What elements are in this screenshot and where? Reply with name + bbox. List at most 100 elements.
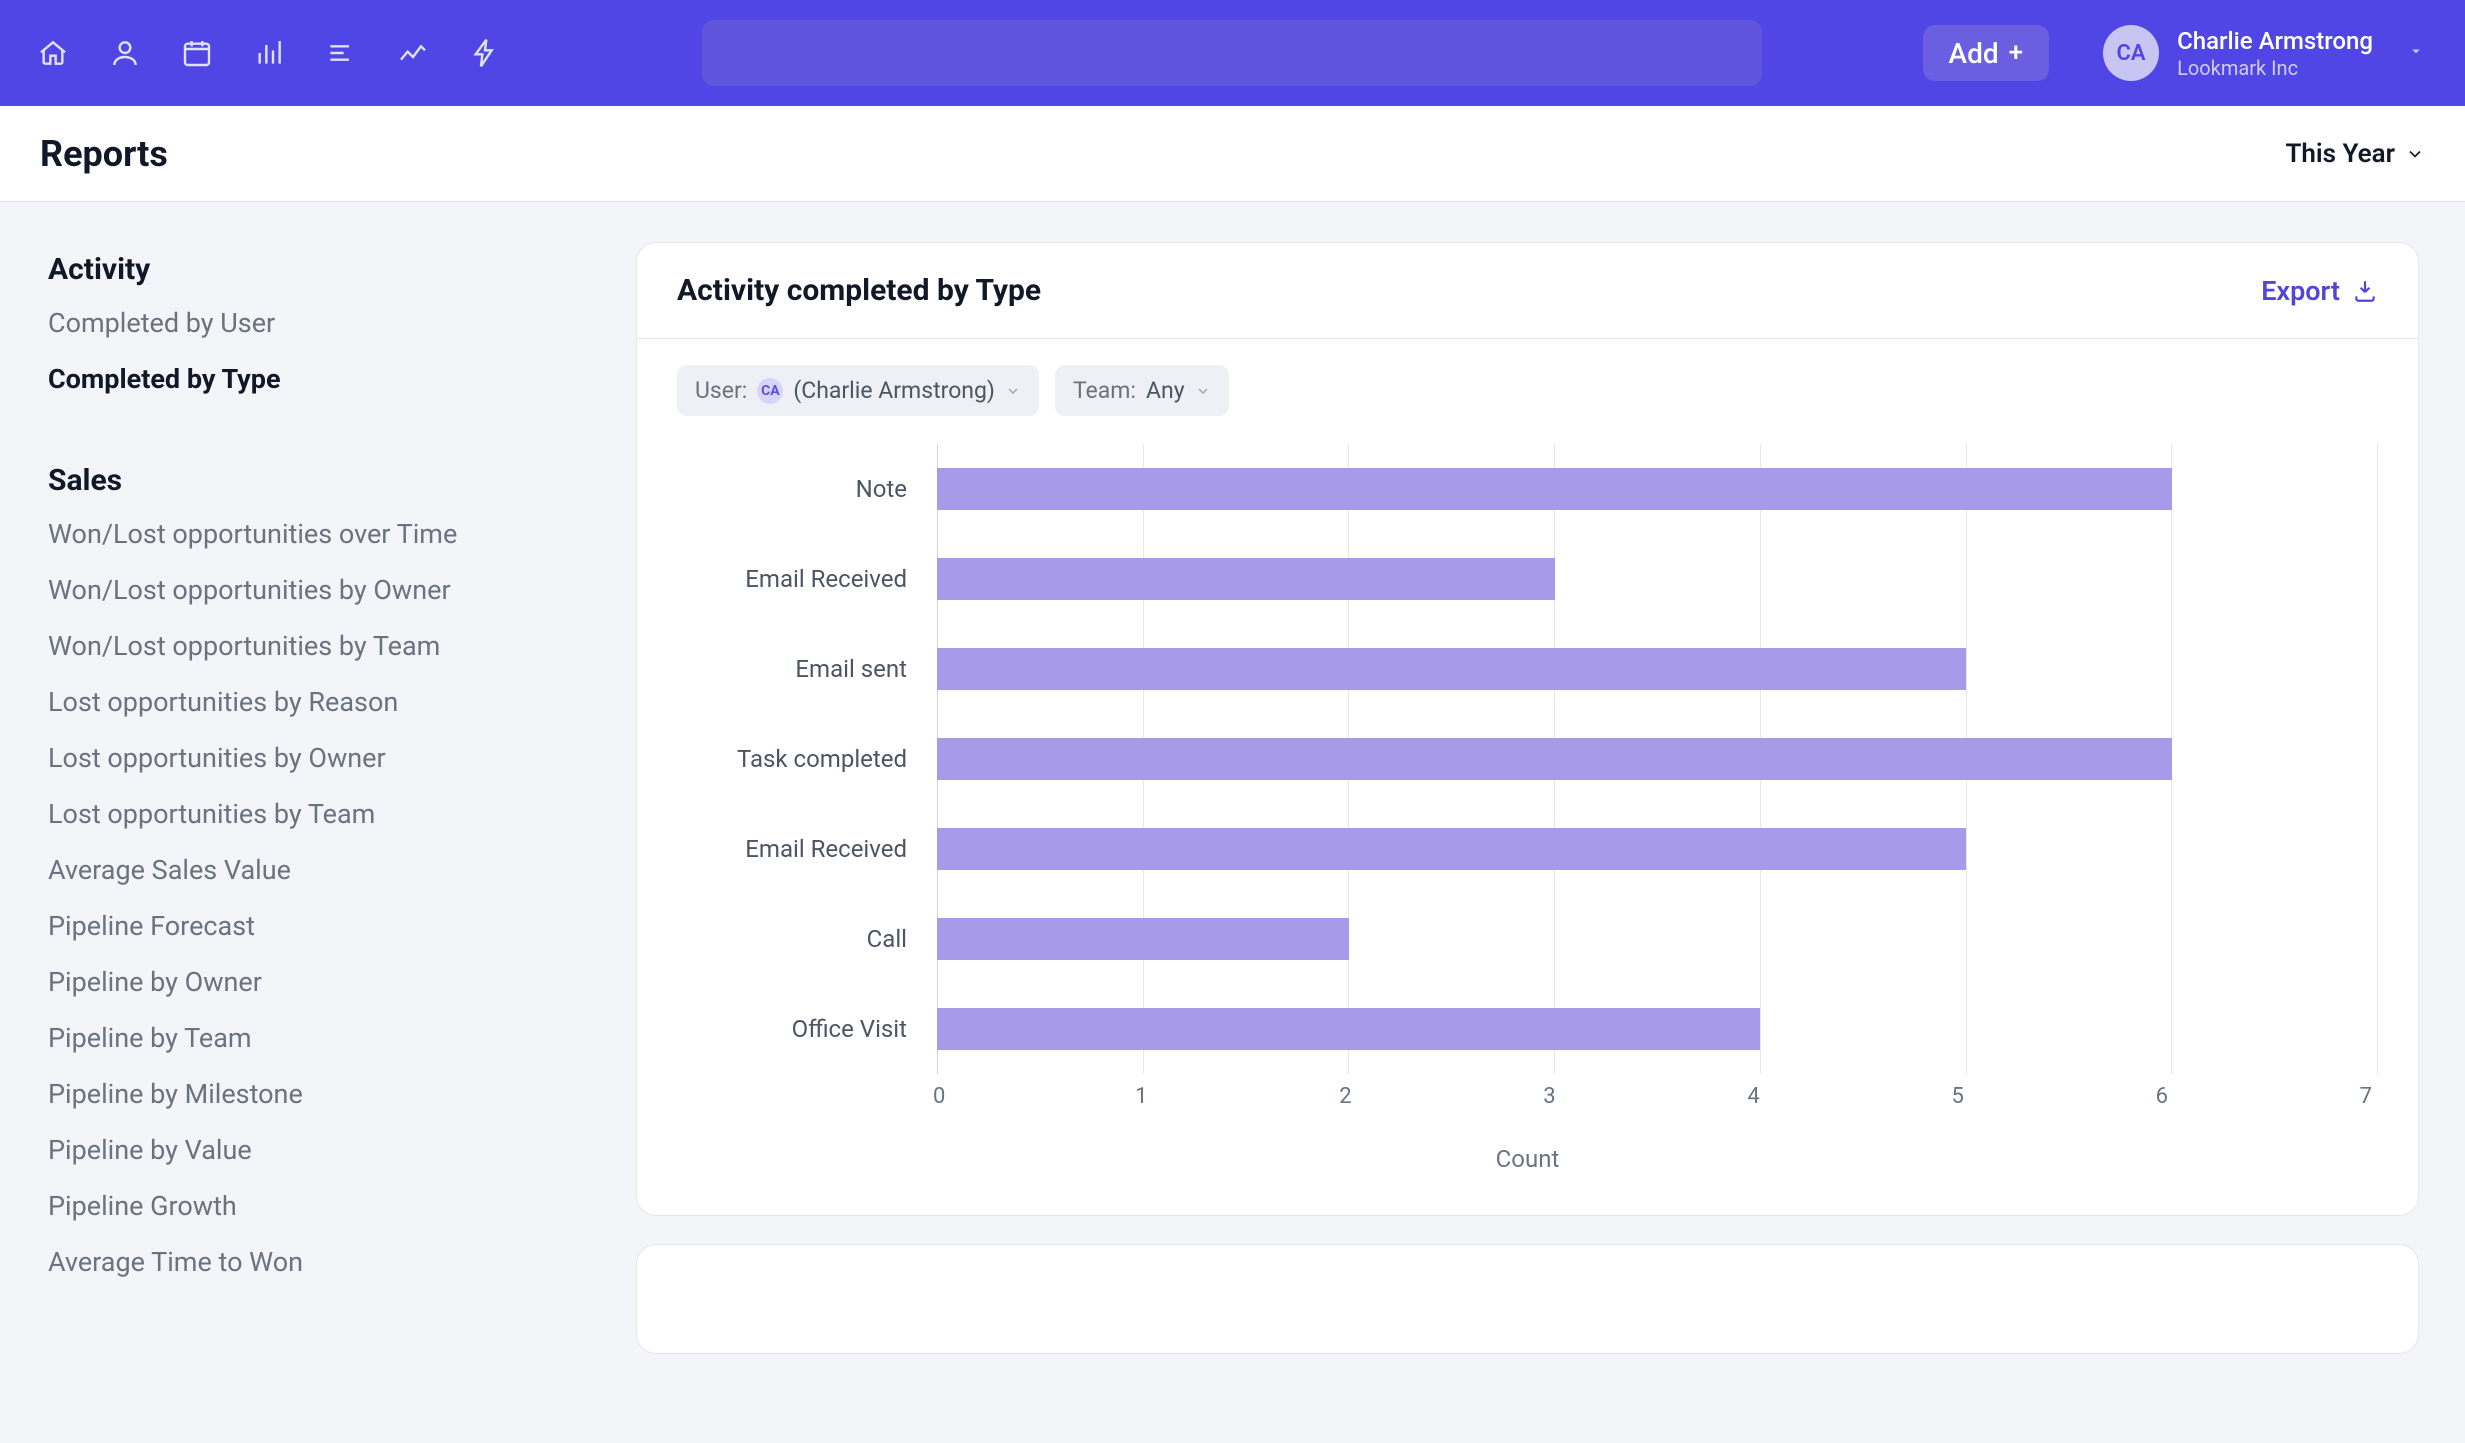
sidebar-item[interactable]: Won/Lost opportunities by Owner bbox=[48, 562, 550, 618]
bar[interactable] bbox=[937, 648, 1966, 690]
user-meta: Charlie Armstrong Lookmark Inc bbox=[2177, 26, 2373, 81]
date-range-picker[interactable]: This Year bbox=[2285, 139, 2425, 169]
team-filter-value: Any bbox=[1146, 377, 1185, 404]
report-card: Activity completed by Type Export User: … bbox=[636, 242, 2419, 1216]
y-axis-label: Email Received bbox=[677, 804, 937, 894]
sidebar-item[interactable]: Lost opportunities by Team bbox=[48, 786, 550, 842]
user-org: Lookmark Inc bbox=[2177, 56, 2373, 81]
sidebar-item[interactable]: Pipeline Forecast bbox=[48, 898, 550, 954]
bar-chart-icon[interactable] bbox=[252, 36, 286, 70]
y-axis-label: Call bbox=[677, 894, 937, 984]
add-button[interactable]: Add + bbox=[1923, 25, 2050, 81]
user-filter-chip[interactable]: User: CA (Charlie Armstrong) bbox=[677, 365, 1039, 416]
top-nav: Add + CA Charlie Armstrong Lookmark Inc bbox=[0, 0, 2465, 106]
nav-icon-group bbox=[36, 36, 502, 70]
home-icon[interactable] bbox=[36, 36, 70, 70]
bar-row bbox=[937, 714, 2378, 804]
person-icon[interactable] bbox=[108, 36, 142, 70]
x-axis-ticks: 01234567 bbox=[937, 1084, 2378, 1109]
export-button[interactable]: Export bbox=[2261, 275, 2378, 307]
bar-row bbox=[937, 984, 2378, 1074]
sidebar-item[interactable]: Pipeline by Value bbox=[48, 1122, 550, 1178]
next-report-card bbox=[636, 1244, 2419, 1354]
trend-icon[interactable] bbox=[396, 36, 430, 70]
sidebar-group: SalesWon/Lost opportunities over TimeWon… bbox=[48, 455, 550, 1290]
bolt-icon[interactable] bbox=[468, 36, 502, 70]
bar-row bbox=[937, 444, 2378, 534]
sidebar-item[interactable]: Lost opportunities by Owner bbox=[48, 730, 550, 786]
y-axis-labels: NoteEmail ReceivedEmail sentTask complet… bbox=[677, 444, 937, 1074]
chevron-down-icon bbox=[2407, 42, 2425, 64]
x-axis-tick: 1 bbox=[1135, 1084, 1339, 1109]
x-axis-title: Count bbox=[677, 1145, 2378, 1173]
bar[interactable] bbox=[937, 828, 1966, 870]
chart-area: NoteEmail ReceivedEmail sentTask complet… bbox=[637, 424, 2418, 1215]
bar[interactable] bbox=[937, 468, 2172, 510]
team-filter-label: Team: bbox=[1073, 377, 1136, 404]
sidebar-item[interactable]: Pipeline by Owner bbox=[48, 954, 550, 1010]
team-filter-chip[interactable]: Team: Any bbox=[1055, 365, 1229, 416]
add-button-label: Add bbox=[1949, 37, 1999, 70]
y-axis-label: Email sent bbox=[677, 624, 937, 714]
page-title: Reports bbox=[40, 133, 168, 175]
sidebar-item[interactable]: Pipeline by Team bbox=[48, 1010, 550, 1066]
sidebar-item[interactable]: Completed by Type bbox=[48, 351, 550, 407]
list-icon[interactable] bbox=[324, 36, 358, 70]
x-axis-tick: 7 bbox=[2360, 1084, 2372, 1109]
date-range-label: This Year bbox=[2285, 139, 2395, 169]
x-axis-tick: 5 bbox=[1951, 1084, 2155, 1109]
avatar: CA bbox=[2103, 25, 2159, 81]
sidebar-heading: Sales bbox=[48, 463, 550, 498]
bar-row bbox=[937, 624, 2378, 714]
user-name: Charlie Armstrong bbox=[2177, 26, 2373, 56]
x-axis-tick: 3 bbox=[1543, 1084, 1747, 1109]
search-input[interactable] bbox=[726, 38, 1738, 68]
sidebar-item[interactable]: Completed by User bbox=[48, 295, 550, 351]
download-icon bbox=[2352, 278, 2378, 304]
calendar-icon[interactable] bbox=[180, 36, 214, 70]
sidebar-item[interactable]: Lost opportunities by Reason bbox=[48, 674, 550, 730]
chevron-down-icon bbox=[1195, 383, 1211, 399]
main-content: Activity completed by Type Export User: … bbox=[590, 202, 2465, 1443]
chevron-down-icon bbox=[2405, 144, 2425, 164]
user-filter-value: (Charlie Armstrong) bbox=[793, 377, 995, 404]
sidebar-group: Activity Completed by UserCompleted by Ty… bbox=[48, 244, 550, 407]
bar-row bbox=[937, 534, 2378, 624]
x-axis-tick: 2 bbox=[1339, 1084, 1543, 1109]
page-header: Reports This Year bbox=[0, 106, 2465, 202]
y-axis-label: Task completed bbox=[677, 714, 937, 804]
report-card-title: Activity completed by Type bbox=[677, 273, 1041, 308]
y-axis-label: Email Received bbox=[677, 534, 937, 624]
bar[interactable] bbox=[937, 1008, 1760, 1050]
plot-area bbox=[937, 444, 2378, 1074]
sidebar-item[interactable]: Won/Lost opportunities by Team bbox=[48, 618, 550, 674]
plus-icon: + bbox=[2009, 40, 2023, 66]
bar[interactable] bbox=[937, 918, 1349, 960]
user-filter-label: User: bbox=[695, 377, 747, 404]
sidebar-item[interactable]: Won/Lost opportunities over Time bbox=[48, 506, 550, 562]
y-axis-label: Office Visit bbox=[677, 984, 937, 1074]
sidebar-item[interactable]: Pipeline by Milestone bbox=[48, 1066, 550, 1122]
x-axis-tick: 6 bbox=[2156, 1084, 2360, 1109]
report-sidebar: Activity Completed by UserCompleted by Ty… bbox=[0, 202, 590, 1443]
chart-bars bbox=[937, 444, 2378, 1074]
global-search[interactable] bbox=[702, 20, 1762, 86]
report-card-header: Activity completed by Type Export bbox=[637, 243, 2418, 339]
sidebar-item[interactable]: Average Sales Value bbox=[48, 842, 550, 898]
x-axis-tick: 0 bbox=[933, 1084, 1137, 1109]
sidebar-item[interactable]: Average Time to Won bbox=[48, 1234, 550, 1290]
user-menu[interactable]: CA Charlie Armstrong Lookmark Inc bbox=[2103, 25, 2425, 81]
mini-avatar: CA bbox=[757, 378, 783, 404]
sidebar-heading: Activity bbox=[48, 252, 550, 287]
bar-row bbox=[937, 894, 2378, 984]
export-label: Export bbox=[2261, 275, 2340, 307]
bar[interactable] bbox=[937, 558, 1555, 600]
y-axis-label: Note bbox=[677, 444, 937, 534]
page-body: Activity Completed by UserCompleted by Ty… bbox=[0, 202, 2465, 1443]
chevron-down-icon bbox=[1005, 383, 1021, 399]
bar-row bbox=[937, 804, 2378, 894]
filter-bar: User: CA (Charlie Armstrong) Team: Any bbox=[637, 339, 2418, 424]
bar[interactable] bbox=[937, 738, 2172, 780]
sidebar-item[interactable]: Pipeline Growth bbox=[48, 1178, 550, 1234]
x-axis-tick: 4 bbox=[1747, 1084, 1951, 1109]
